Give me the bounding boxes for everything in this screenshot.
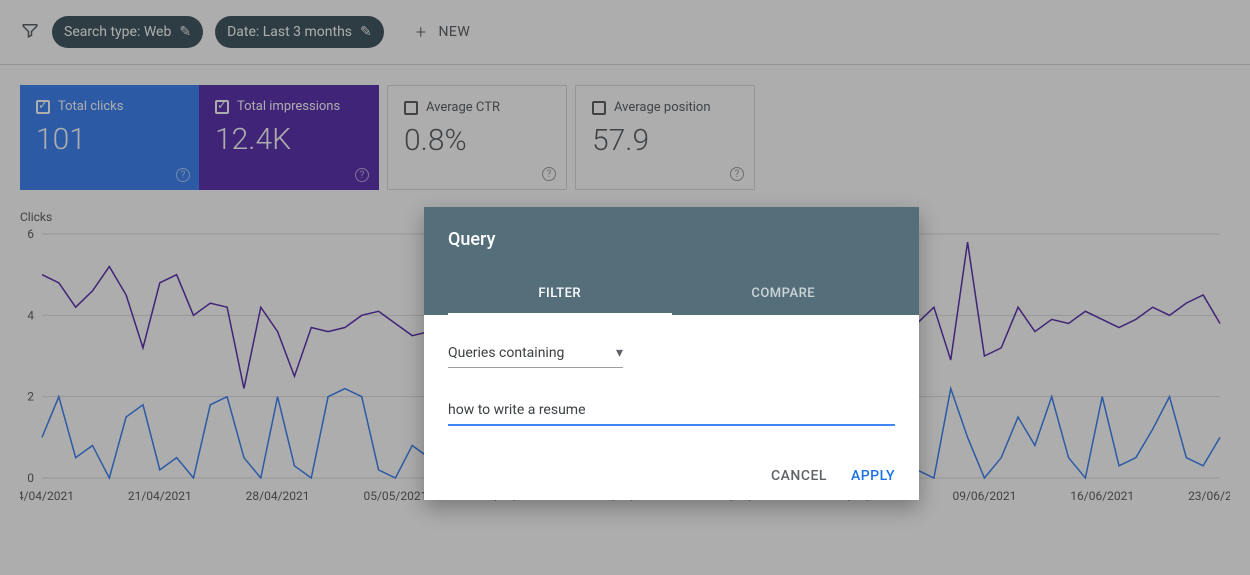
caret-down-icon: ▾ [616, 345, 623, 361]
dialog-body: Queries containing ▾ [424, 315, 919, 450]
dropdown-label: Queries containing [448, 345, 564, 361]
query-text-input[interactable] [448, 396, 895, 426]
dialog-tabs: FILTER COMPARE [448, 274, 895, 315]
apply-button[interactable]: APPLY [851, 468, 895, 484]
tab-compare[interactable]: COMPARE [672, 274, 896, 315]
cancel-button[interactable]: CANCEL [771, 468, 827, 484]
dialog-header: Query FILTER COMPARE [424, 207, 919, 315]
dialog-title: Query [448, 229, 895, 250]
query-filter-dialog: Query FILTER COMPARE Queries containing … [424, 207, 919, 500]
dialog-actions: CANCEL APPLY [424, 450, 919, 500]
tab-filter[interactable]: FILTER [448, 274, 672, 315]
query-match-dropdown[interactable]: Queries containing ▾ [448, 339, 623, 368]
